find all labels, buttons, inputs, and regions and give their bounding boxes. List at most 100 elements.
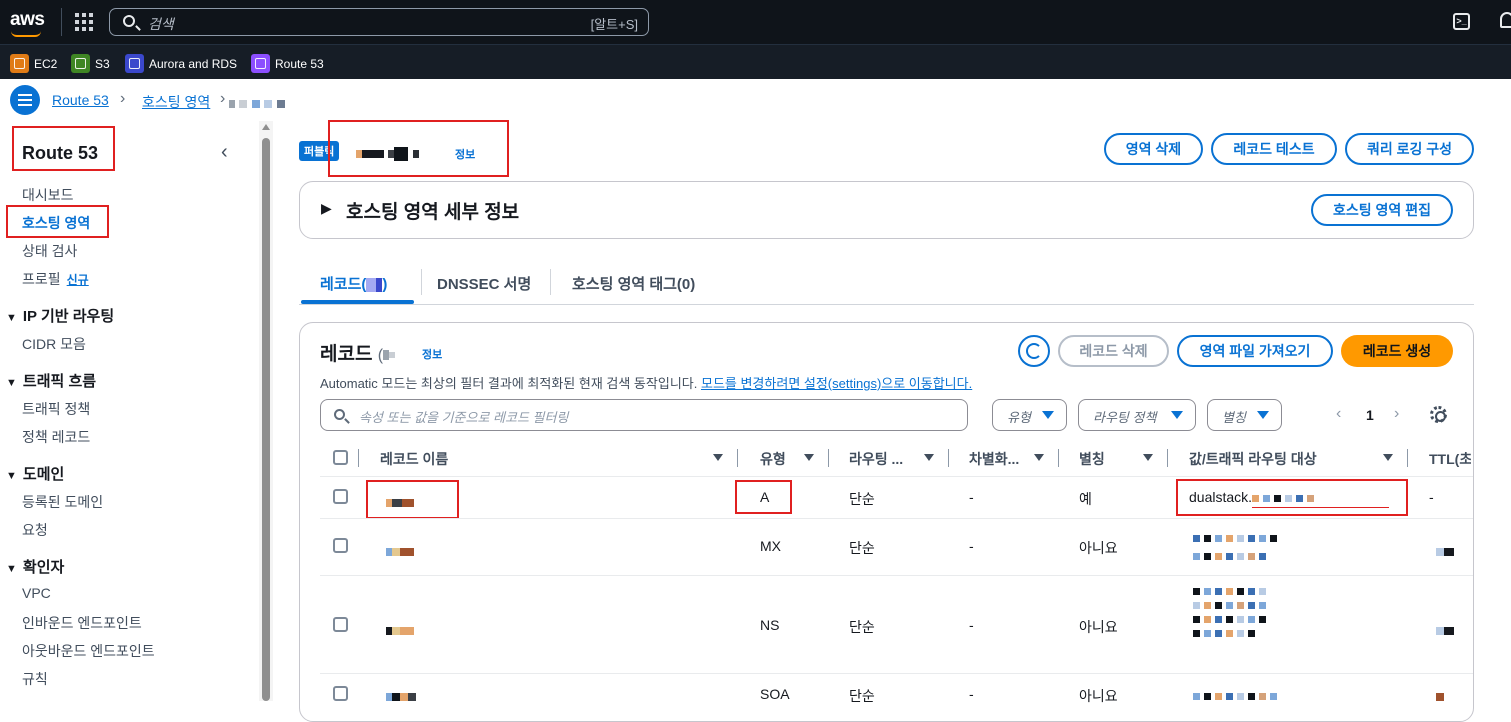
cloudshell-icon[interactable]: >_ — [1453, 13, 1470, 30]
test-record-button[interactable]: 레코드 테스트 — [1211, 133, 1337, 165]
breadcrumb: Route 53 › 호스팅 영역 › — [0, 79, 1511, 121]
column-header-differentiator[interactable]: 차별화... — [969, 449, 1019, 469]
settings-gear-icon[interactable] — [1430, 406, 1447, 423]
sidebar-scrollbar-thumb[interactable] — [262, 138, 270, 701]
record-name-redacted[interactable] — [386, 688, 416, 706]
search-placeholder: 검색 — [148, 16, 174, 32]
record-value-redacted — [1193, 688, 1373, 706]
row-checkbox[interactable] — [333, 538, 348, 553]
sort-caret-icon[interactable] — [1143, 454, 1153, 461]
sidebar-section-traffic-flow[interactable]: ▼ 트래픽 흐름 — [6, 370, 96, 391]
type-select[interactable]: 유형 — [992, 399, 1067, 431]
sidebar-item-inbound-endpoints[interactable]: 인바운드 엔드포인트 — [22, 613, 142, 633]
record-name-redacted[interactable] — [386, 622, 414, 640]
delete-zone-button[interactable]: 영역 삭제 — [1104, 133, 1203, 165]
notifications-bell-icon[interactable] — [1500, 12, 1511, 28]
sidebar-item-health-checks[interactable]: 상태 검사 — [22, 241, 77, 261]
sidebar-item-vpc[interactable]: VPC — [22, 585, 51, 601]
settings-link[interactable]: 모드를 변경하려면 설정(settings)으로 이동합니다. — [701, 376, 972, 391]
favorite-route53[interactable]: Route 53 — [251, 54, 324, 73]
refresh-icon[interactable] — [1018, 335, 1050, 367]
breadcrumb-hosted-zones[interactable]: 호스팅 영역 — [142, 92, 210, 112]
services-grid-icon[interactable] — [75, 13, 93, 31]
type-select-label: 유형 — [1007, 410, 1031, 425]
column-header-type[interactable]: 유형 — [760, 449, 786, 469]
edit-zone-button[interactable]: 호스팅 영역 편집 — [1311, 194, 1453, 226]
sidebar-item-profiles[interactable]: 프로필 신규 — [22, 269, 89, 289]
sort-caret-icon[interactable] — [924, 454, 934, 461]
row-checkbox[interactable] — [333, 686, 348, 701]
record-type: NS — [760, 617, 780, 633]
scroll-up-arrow-icon[interactable] — [262, 124, 270, 130]
column-separator — [737, 449, 738, 467]
next-page-icon[interactable]: › — [1394, 405, 1399, 423]
row-checkbox[interactable] — [333, 489, 348, 504]
tab-label-suffix: ) — [382, 276, 388, 293]
tab-records[interactable]: 레코드() — [320, 273, 387, 294]
search-input[interactable]: 검색 [알트+S] — [109, 8, 649, 36]
caret-down-icon: ▼ — [6, 377, 17, 389]
column-header-ttl[interactable]: TTL(초) — [1429, 449, 1471, 469]
import-zone-file-button[interactable]: 영역 파일 가져오기 — [1177, 335, 1333, 367]
column-header-record-name[interactable]: 레코드 이름 — [380, 449, 448, 469]
sort-caret-icon[interactable] — [1383, 454, 1393, 461]
active-tab-indicator — [301, 300, 414, 304]
collapse-sidebar-icon[interactable]: ‹ — [221, 141, 228, 164]
routing-policy-select[interactable]: 라우팅 정책 — [1078, 399, 1196, 431]
column-header-routing[interactable]: 라우팅 ... — [849, 449, 903, 469]
new-badge[interactable]: 신규 — [67, 273, 89, 287]
sidebar-section-ip-routing[interactable]: ▼ IP 기반 라우팅 — [6, 305, 114, 326]
caret-down-icon — [1171, 411, 1183, 419]
expand-caret-icon[interactable]: ▶ — [321, 200, 332, 217]
column-header-alias[interactable]: 별칭 — [1079, 449, 1105, 469]
favorite-s3[interactable]: S3 — [71, 54, 110, 73]
aws-logo-text: aws — [10, 9, 45, 30]
previous-page-icon[interactable]: ‹ — [1336, 405, 1341, 423]
sidebar-item-cidr[interactable]: CIDR 모음 — [22, 334, 86, 354]
query-logging-button[interactable]: 쿼리 로깅 구성 — [1345, 133, 1474, 165]
sidebar-item-traffic-policy[interactable]: 트래픽 정책 — [22, 399, 90, 419]
tab-divider — [550, 269, 551, 295]
records-title: 레코드 ( — [320, 339, 396, 366]
row-checkbox[interactable] — [333, 617, 348, 632]
column-separator — [1058, 449, 1059, 467]
record-type: MX — [760, 538, 781, 554]
sort-caret-icon[interactable] — [804, 454, 814, 461]
sort-caret-icon[interactable] — [1034, 454, 1044, 461]
zone-details-title[interactable]: 호스팅 영역 세부 정보 — [346, 197, 519, 224]
sidebar-item-requests[interactable]: 요청 — [22, 520, 48, 540]
current-page[interactable]: 1 — [1366, 407, 1374, 423]
sidebar-item-policy-records[interactable]: 정책 레코드 — [22, 427, 90, 447]
breadcrumb-route53[interactable]: Route 53 — [52, 92, 109, 108]
select-all-checkbox[interactable] — [333, 450, 348, 465]
alias-select[interactable]: 별칭 — [1207, 399, 1282, 431]
menu-toggle-button[interactable] — [10, 85, 40, 115]
column-separator — [948, 449, 949, 467]
sidebar-section-resolver[interactable]: ▼ 확인자 — [6, 556, 64, 577]
tab-tags[interactable]: 호스팅 영역 태그(0) — [572, 273, 695, 294]
record-alias: 아니요 — [1079, 688, 1118, 704]
sidebar-section-domains[interactable]: ▼ 도메인 — [6, 463, 64, 484]
record-differentiator: - — [969, 489, 974, 505]
annotation-box — [328, 120, 509, 177]
sidebar-item-outbound-endpoints[interactable]: 아웃바운드 엔드포인트 — [22, 641, 155, 661]
create-record-button[interactable]: 레코드 생성 — [1341, 335, 1453, 367]
search-icon — [334, 409, 345, 420]
sidebar-item-registered-domains[interactable]: 등록된 도메인 — [22, 492, 103, 512]
tab-dnssec[interactable]: DNSSEC 서명 — [437, 273, 531, 294]
sidebar-item-rules[interactable]: 규칙 — [22, 669, 48, 689]
favorite-ec2[interactable]: EC2 — [10, 54, 57, 73]
record-name-redacted[interactable] — [386, 543, 414, 561]
caret-down-icon: ▼ — [6, 470, 17, 482]
records-filter-input[interactable]: 속성 또는 값을 기준으로 레코드 필터링 — [320, 399, 968, 431]
annotation-box — [6, 205, 109, 238]
aws-logo[interactable]: aws — [10, 9, 45, 37]
records-info-link[interactable]: 정보 — [422, 346, 442, 362]
favorite-aurora-rds[interactable]: Aurora and RDS — [125, 54, 237, 73]
sidebar-item-dashboard[interactable]: 대시보드 — [22, 185, 74, 205]
caret-down-icon: ▼ — [6, 312, 17, 324]
sort-caret-icon[interactable] — [713, 454, 723, 461]
records-title-text: 레코드 — [320, 344, 373, 365]
column-header-value[interactable]: 값/트래픽 라우팅 대상 — [1189, 449, 1317, 469]
delete-record-button[interactable]: 레코드 삭제 — [1058, 335, 1169, 367]
